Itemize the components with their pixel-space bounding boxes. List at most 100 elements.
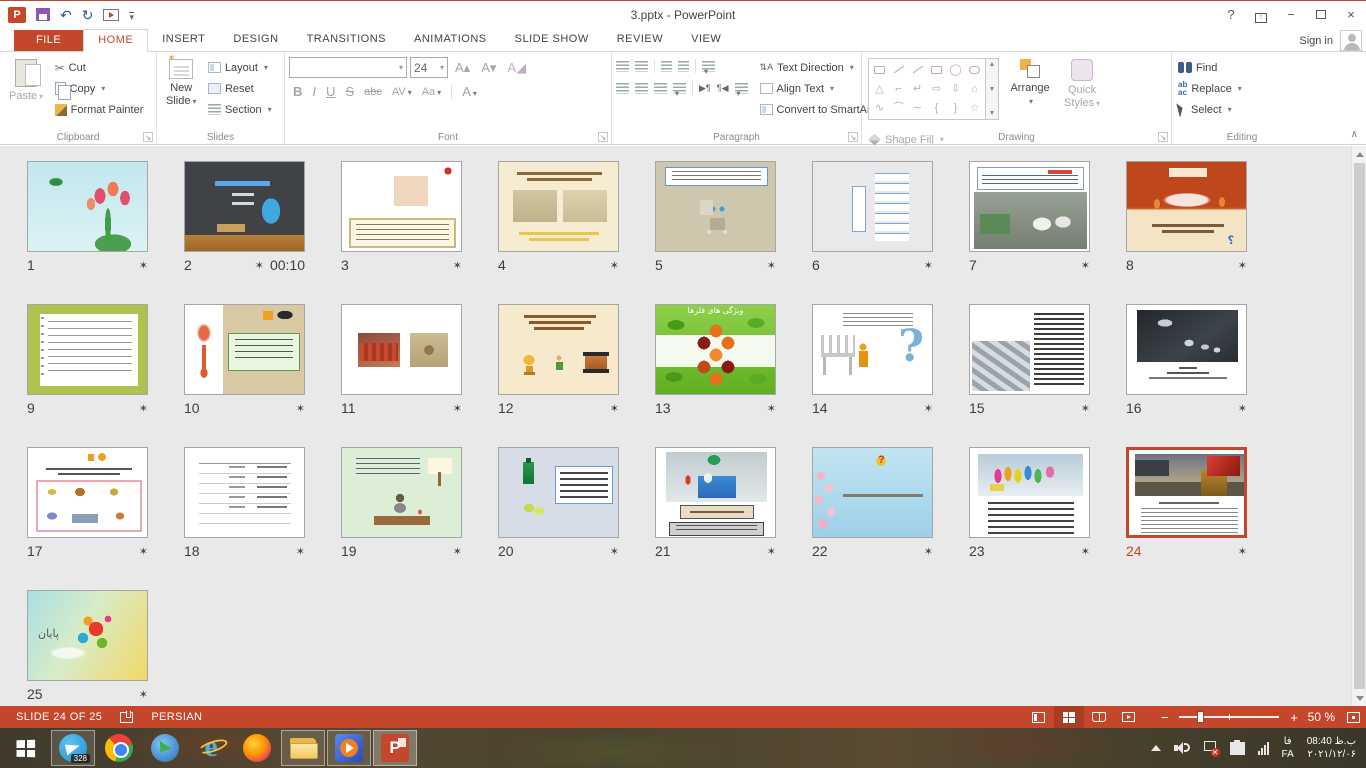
- taskbar-icon-ie[interactable]: e: [189, 730, 233, 766]
- scroll-up-icon[interactable]: [1352, 146, 1366, 162]
- animation-star-icon[interactable]: ✶: [296, 402, 305, 415]
- zoom-percentage[interactable]: 50 %: [1301, 710, 1335, 724]
- tab-review[interactable]: REVIEW: [603, 29, 677, 51]
- animation-star-icon[interactable]: ✶: [610, 402, 619, 415]
- language-switcher[interactable]: فاFA: [1282, 735, 1294, 761]
- shrink-font-button[interactable]: A▾: [477, 58, 500, 78]
- star-shape-icon[interactable]: ☆: [970, 102, 980, 114]
- slide-thumbnail-24[interactable]: [1126, 447, 1247, 538]
- align-left-icon[interactable]: [616, 83, 629, 94]
- character-spacing-button[interactable]: AV: [388, 84, 416, 100]
- tab-insert[interactable]: INSERT: [148, 29, 219, 51]
- volume-icon[interactable]: [1174, 741, 1190, 755]
- animation-star-icon[interactable]: ✶: [296, 545, 305, 558]
- slide-thumbnail-3[interactable]: [341, 161, 462, 252]
- font-color-button[interactable]: A: [458, 82, 481, 101]
- taskbar-icon-media[interactable]: [327, 730, 371, 766]
- undo-icon[interactable]: ↶: [60, 7, 72, 23]
- slide-thumbnail-25[interactable]: پایان: [27, 590, 148, 681]
- right-brace-shape-icon[interactable]: }: [954, 102, 958, 114]
- new-slide-button[interactable]: New Slide: [161, 55, 201, 127]
- oval-shape-icon[interactable]: ◯: [949, 64, 961, 76]
- font-name-combo[interactable]: ▾: [289, 57, 407, 78]
- section-button[interactable]: Section: [208, 101, 272, 118]
- minimize-button[interactable]: −: [1276, 4, 1306, 26]
- font-dialog-launcher[interactable]: ↘: [598, 132, 608, 142]
- slide-thumbnail-10[interactable]: [184, 304, 305, 395]
- cut-button[interactable]: ✂ Cut: [55, 59, 144, 76]
- tab-file[interactable]: FILE: [14, 30, 83, 51]
- animation-star-icon[interactable]: ✶: [139, 688, 148, 701]
- taskbar-icon-telegram[interactable]: 328: [51, 730, 95, 766]
- align-center-icon[interactable]: [635, 83, 648, 94]
- bullets-icon[interactable]: [616, 61, 629, 72]
- pentagon-shape-icon[interactable]: ⌂: [971, 83, 978, 95]
- slide-thumbnail-21[interactable]: [655, 447, 776, 538]
- underline-button[interactable]: U: [322, 82, 339, 101]
- restore-button[interactable]: [1306, 4, 1336, 26]
- animation-star-icon[interactable]: ✶: [924, 545, 933, 558]
- slide-thumbnail-11[interactable]: [341, 304, 462, 395]
- ribbon-display-options-button[interactable]: ↑: [1246, 4, 1276, 26]
- zoom-slider-thumb[interactable]: [1197, 711, 1204, 723]
- numbering-icon[interactable]: [635, 61, 648, 72]
- zoom-out-button[interactable]: −: [1158, 710, 1172, 725]
- replace-button[interactable]: abac Replace: [1178, 80, 1242, 97]
- reset-button[interactable]: Reset: [208, 80, 272, 97]
- start-from-beginning-icon[interactable]: [103, 9, 119, 21]
- animation-star-icon[interactable]: ✶: [1081, 545, 1090, 558]
- grow-font-button[interactable]: A▴: [451, 58, 474, 78]
- gallery-up-icon[interactable]: ▲: [989, 61, 996, 68]
- columns-icon[interactable]: [735, 83, 748, 94]
- taskbar-icon-explorer[interactable]: [281, 730, 325, 766]
- slide-thumbnail-1[interactable]: [27, 161, 148, 252]
- animation-star-icon[interactable]: ✶: [1081, 402, 1090, 415]
- elbow-arrow-shape-icon[interactable]: ↵: [913, 83, 922, 95]
- animation-star-icon[interactable]: ✶: [139, 545, 148, 558]
- hidden-icons-chevron[interactable]: [1151, 745, 1161, 751]
- taskbar-icon-powerpoint[interactable]: P: [373, 730, 417, 766]
- animation-star-icon[interactable]: ✶: [767, 259, 776, 272]
- paste-button[interactable]: Paste: [4, 55, 48, 127]
- network-signal-icon[interactable]: [1258, 742, 1269, 755]
- zoom-slider[interactable]: [1179, 710, 1279, 724]
- layout-button[interactable]: Layout: [208, 59, 272, 76]
- triangle-shape-icon[interactable]: △: [875, 83, 883, 95]
- scroll-down-icon[interactable]: [1352, 690, 1366, 706]
- slide-thumbnail-22[interactable]: ?: [812, 447, 933, 538]
- bold-button[interactable]: B: [289, 82, 306, 101]
- strikethrough-button[interactable]: S: [341, 82, 358, 101]
- slide-show-button[interactable]: [1114, 706, 1144, 728]
- collapse-ribbon-button[interactable]: ∧: [1351, 129, 1358, 140]
- tab-design[interactable]: DESIGN: [219, 29, 292, 51]
- elbow-shape-icon[interactable]: ⌐: [895, 83, 901, 95]
- animation-star-icon[interactable]: ✶: [255, 259, 264, 272]
- slide-thumbnail-18[interactable]: [184, 447, 305, 538]
- slide-thumbnail-5[interactable]: [655, 161, 776, 252]
- clipboard-dialog-launcher[interactable]: ↘: [143, 132, 153, 142]
- curve-shape-icon[interactable]: ∼: [913, 102, 922, 114]
- line-shape-icon[interactable]: [893, 66, 903, 74]
- down-arrow-shape-icon[interactable]: ⇩: [951, 83, 960, 95]
- animation-star-icon[interactable]: ✶: [453, 402, 462, 415]
- taskbar-icon-firefox[interactable]: [235, 730, 279, 766]
- clock[interactable]: ب.ظ 08:40 ۲۰۲۱/۱۲/۰۶: [1307, 735, 1356, 761]
- slide-thumbnail-17[interactable]: [27, 447, 148, 538]
- tab-transitions[interactable]: TRANSITIONS: [293, 29, 400, 51]
- taskbar-icon-idm[interactable]: [143, 730, 187, 766]
- close-button[interactable]: ×: [1336, 4, 1366, 26]
- animation-star-icon[interactable]: ✶: [1081, 259, 1090, 272]
- gallery-down-icon[interactable]: ▼: [989, 86, 996, 93]
- change-case-button[interactable]: Aa: [418, 84, 445, 100]
- animation-star-icon[interactable]: ✶: [1238, 402, 1247, 415]
- save-icon[interactable]: [36, 8, 50, 21]
- arrange-button[interactable]: Arrange: [1005, 55, 1054, 127]
- tab-slide-show[interactable]: SLIDE SHOW: [501, 29, 603, 51]
- align-right-icon[interactable]: [654, 83, 667, 94]
- find-button[interactable]: Find: [1178, 59, 1242, 76]
- slide-sorter-canvas[interactable]: 1✶2✶00:103✶4✶5✶6✶7✶؟8✶9✶10✶11✶12✶ویژگی ه…: [0, 146, 1366, 706]
- start-button[interactable]: [0, 728, 50, 768]
- slide-thumbnail-4[interactable]: [498, 161, 619, 252]
- decrease-indent-icon[interactable]: [661, 61, 672, 72]
- animation-star-icon[interactable]: ✶: [453, 259, 462, 272]
